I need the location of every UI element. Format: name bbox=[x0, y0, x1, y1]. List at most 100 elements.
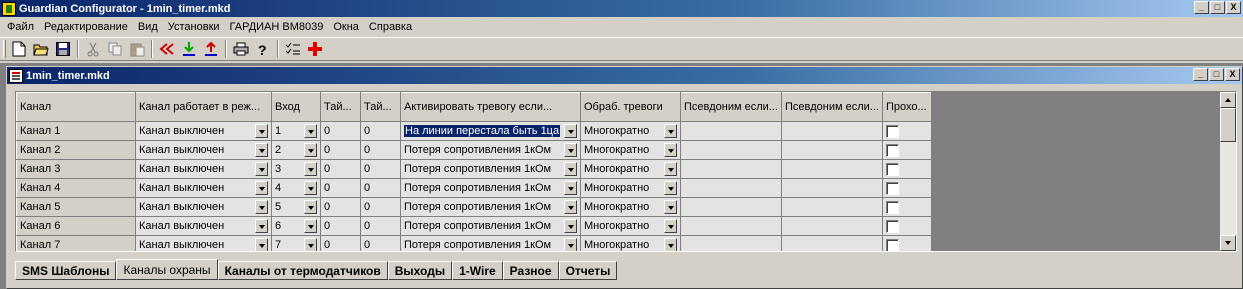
chevron-down-icon[interactable] bbox=[564, 124, 577, 138]
alias1-cell[interactable] bbox=[680, 197, 782, 217]
chevron-down-icon[interactable] bbox=[564, 238, 577, 251]
menu-file[interactable]: Файл bbox=[2, 21, 39, 33]
activate-alarm-select[interactable]: Потеря сопротивления 1кОм bbox=[404, 238, 577, 251]
chevron-down-icon[interactable] bbox=[304, 200, 317, 214]
chevron-down-icon[interactable] bbox=[664, 162, 677, 176]
pass-checkbox[interactable] bbox=[885, 238, 899, 251]
column-header[interactable]: Вход bbox=[271, 92, 321, 122]
input-select[interactable]: 2 bbox=[275, 143, 317, 157]
chevron-down-icon[interactable] bbox=[564, 181, 577, 195]
timer2-cell[interactable]: 0 bbox=[360, 159, 401, 179]
activate-alarm-select[interactable]: Потеря сопротивления 1кОм bbox=[404, 162, 577, 176]
chevron-down-icon[interactable] bbox=[564, 162, 577, 176]
column-header[interactable]: Обраб. тревоги bbox=[580, 92, 681, 122]
chevron-down-icon[interactable] bbox=[664, 181, 677, 195]
chevron-down-icon[interactable] bbox=[304, 238, 317, 251]
menu-windows[interactable]: Окна bbox=[328, 21, 364, 33]
alarm-processing-select[interactable]: Многократно bbox=[584, 238, 677, 251]
chevron-down-icon[interactable] bbox=[255, 219, 268, 233]
help-icon[interactable]: ? bbox=[252, 39, 274, 59]
alarm-processing-select[interactable]: Многократно bbox=[584, 200, 677, 214]
timer1-cell[interactable]: 0 bbox=[320, 178, 361, 198]
upload-icon[interactable] bbox=[200, 39, 222, 59]
chevron-down-icon[interactable] bbox=[255, 162, 268, 176]
timer1-cell[interactable]: 0 bbox=[320, 121, 361, 141]
channel-mode-select[interactable]: Канал выключен bbox=[139, 200, 268, 214]
column-header[interactable]: Канал bbox=[16, 92, 136, 122]
chevron-down-icon[interactable] bbox=[564, 143, 577, 157]
chevron-down-icon[interactable] bbox=[304, 143, 317, 157]
doc-minimize-button[interactable]: _ bbox=[1193, 68, 1208, 81]
checklist-icon[interactable] bbox=[282, 39, 304, 59]
alias2-cell[interactable] bbox=[781, 140, 883, 160]
timer2-cell[interactable]: 0 bbox=[360, 216, 401, 236]
chevron-down-icon[interactable] bbox=[304, 181, 317, 195]
input-select[interactable]: 4 bbox=[275, 181, 317, 195]
menu-edit[interactable]: Редактирование bbox=[39, 21, 133, 33]
alias2-cell[interactable] bbox=[781, 159, 883, 179]
chevron-down-icon[interactable] bbox=[255, 200, 268, 214]
channel-mode-select[interactable]: Канал выключен bbox=[139, 124, 268, 138]
scroll-down-button[interactable] bbox=[1220, 235, 1236, 251]
menu-device[interactable]: ГАРДИАН ВМ8039 bbox=[225, 21, 329, 33]
alias1-cell[interactable] bbox=[680, 216, 782, 236]
minimize-button[interactable]: _ bbox=[1194, 1, 1209, 14]
close-button[interactable]: X bbox=[1226, 1, 1241, 14]
activate-alarm-select[interactable]: Потеря сопротивления 1кОм bbox=[404, 219, 577, 233]
input-select[interactable]: 3 bbox=[275, 162, 317, 176]
timer1-cell[interactable]: 0 bbox=[320, 235, 361, 251]
scroll-thumb[interactable] bbox=[1220, 108, 1236, 142]
column-header[interactable]: Прохо... bbox=[881, 92, 932, 122]
chevron-down-icon[interactable] bbox=[564, 219, 577, 233]
menu-help[interactable]: Справка bbox=[364, 21, 417, 33]
alarm-processing-select[interactable]: Многократно bbox=[584, 143, 677, 157]
alarm-processing-select[interactable]: Многократно bbox=[584, 162, 677, 176]
timer1-cell[interactable]: 0 bbox=[320, 216, 361, 236]
print-icon[interactable] bbox=[230, 39, 252, 59]
column-header[interactable]: Тай... bbox=[320, 92, 361, 122]
read-device-icon[interactable] bbox=[156, 39, 178, 59]
column-header[interactable]: Активировать тревогу если... bbox=[400, 92, 581, 122]
input-select[interactable]: 5 bbox=[275, 200, 317, 214]
chevron-down-icon[interactable] bbox=[304, 219, 317, 233]
timer1-cell[interactable]: 0 bbox=[320, 140, 361, 160]
chevron-down-icon[interactable] bbox=[255, 124, 268, 138]
chevron-down-icon[interactable] bbox=[664, 124, 677, 138]
timer2-cell[interactable]: 0 bbox=[360, 121, 401, 141]
alarm-processing-select[interactable]: Многократно bbox=[584, 181, 677, 195]
chevron-down-icon[interactable] bbox=[255, 238, 268, 251]
alias1-cell[interactable] bbox=[680, 140, 782, 160]
input-select[interactable]: 6 bbox=[275, 219, 317, 233]
menu-settings[interactable]: Установки bbox=[163, 21, 225, 33]
timer1-cell[interactable]: 0 bbox=[320, 159, 361, 179]
toolbar-grip[interactable] bbox=[3, 40, 6, 58]
new-file-icon[interactable] bbox=[8, 39, 30, 59]
timer2-cell[interactable]: 0 bbox=[360, 235, 401, 251]
alias1-cell[interactable] bbox=[680, 121, 782, 141]
column-header[interactable]: Псевдоним если... bbox=[780, 92, 883, 122]
alias2-cell[interactable] bbox=[781, 197, 883, 217]
chevron-down-icon[interactable] bbox=[664, 238, 677, 251]
column-header[interactable]: Псевдоним если... bbox=[680, 92, 782, 122]
tab-5[interactable]: 1-Wire bbox=[452, 261, 503, 280]
alias2-cell[interactable] bbox=[781, 121, 883, 141]
alias1-cell[interactable] bbox=[680, 178, 782, 198]
column-header[interactable]: Тай... bbox=[360, 92, 401, 122]
alias2-cell[interactable] bbox=[781, 235, 883, 251]
pass-checkbox[interactable] bbox=[885, 200, 899, 214]
open-folder-icon[interactable] bbox=[30, 39, 52, 59]
alias2-cell[interactable] bbox=[781, 216, 883, 236]
document-icon[interactable] bbox=[9, 68, 23, 83]
download-icon[interactable] bbox=[178, 39, 200, 59]
alias1-cell[interactable] bbox=[680, 235, 782, 251]
activate-alarm-select[interactable]: Потеря сопротивления 1кОм bbox=[404, 143, 577, 157]
save-icon[interactable] bbox=[52, 39, 74, 59]
menu-view[interactable]: Вид bbox=[133, 21, 163, 33]
tab-7[interactable]: Отчеты bbox=[558, 261, 618, 280]
channel-mode-select[interactable]: Канал выключен bbox=[139, 219, 268, 233]
tab-3[interactable]: Каналы от термодатчиков bbox=[217, 261, 388, 280]
paste-icon[interactable] bbox=[126, 39, 148, 59]
input-select[interactable]: 1 bbox=[275, 124, 317, 138]
chevron-down-icon[interactable] bbox=[255, 181, 268, 195]
vertical-scrollbar[interactable] bbox=[1220, 92, 1236, 251]
